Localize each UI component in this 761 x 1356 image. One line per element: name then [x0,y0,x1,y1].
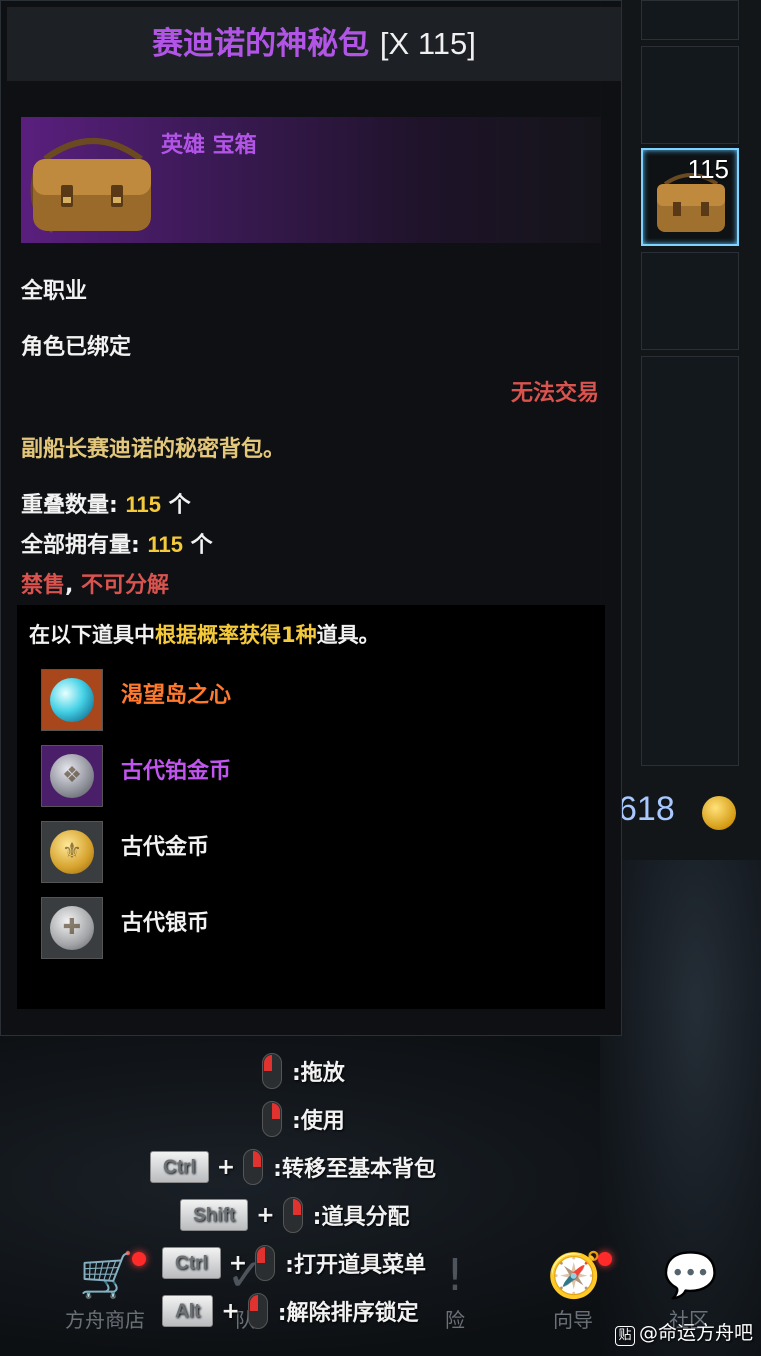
gold-coin-icon: ⚜ [41,821,103,883]
plus-sign: + [221,1298,240,1324]
key-hints: :拖放 :使用 Ctrl + :转移至基本背包 Shift + :道具分配 Ct… [20,1040,606,1350]
reward-item[interactable]: ✚ 古代银币 [39,897,599,961]
restriction-no-sale: 禁售 [21,573,66,598]
stack-label: 重叠数量: [21,493,118,518]
reward-name: 渴望岛之心 [121,683,232,708]
hint-drag: :拖放 [262,1050,345,1092]
mouse-left-click-icon [247,1293,268,1329]
reward-item[interactable]: ❖ 古代铂金币 [39,745,599,809]
mouse-left-click-icon [262,1053,282,1089]
restrictions: 禁售, 不可分解 [21,567,169,599]
mouse-right-click-icon [282,1197,303,1233]
plus-sign: + [216,1154,236,1180]
mouse-left-click-icon [255,1245,276,1281]
item-description: 副船长赛迪诺的秘密背包。 [21,437,286,462]
reward-list: 在以下道具中根据概率获得1种道具。 渴望岛之心 ❖ 古代铂金币 ⚜ 古代金币 ✚… [17,605,605,1009]
plus-sign: + [228,1250,248,1276]
ctrl-key: Ctrl [162,1247,221,1279]
owned-label: 全部拥有量: [21,533,140,558]
reward-item[interactable]: ⚜ 古代金币 [39,821,599,885]
chat-bubble-icon: 💬 [663,1250,718,1301]
plus-sign: + [256,1202,275,1228]
bag-icon [30,138,151,234]
reward-heading: 在以下道具中根据概率获得1种道具。 [29,619,380,649]
hint-label: :转移至基本背包 [273,1157,436,1182]
item-title: 赛迪诺的神秘包 [X 115] [152,26,476,62]
reward-name: 古代铂金币 [121,759,232,784]
inventory-slot[interactable] [641,0,739,40]
reward-item[interactable]: 渴望岛之心 [39,669,599,733]
hint-use: :使用 [262,1098,345,1140]
item-grade: 英雄 宝箱 [161,133,257,158]
reward-name: 古代银币 [121,911,210,936]
gem-icon [41,669,103,731]
ctrl-key: Ctrl [150,1151,209,1183]
hint-item-menu: Ctrl + :打开道具菜单 [162,1242,426,1284]
stack-count: 重叠数量: 115 个 [21,487,191,519]
shift-key: Shift [180,1199,249,1231]
inventory-slot[interactable] [641,46,739,144]
item-name: 赛迪诺的神秘包 [152,26,370,62]
class-restriction: 全职业 [21,279,88,304]
alt-key: Alt [162,1295,214,1327]
trade-status: 无法交易 [510,381,599,406]
hint-label: :拖放 [292,1061,345,1086]
slot-count: 115 [687,154,729,184]
watermark-text: @命运方舟吧 [638,1322,753,1344]
hint-label: :打开道具菜单 [285,1253,426,1278]
restriction-no-dismantle: 不可分解 [81,573,170,598]
mouse-right-click-icon [243,1149,264,1185]
owned-value: 115 [147,532,183,557]
silver-coin-icon: ✚ [41,897,103,959]
item-tooltip: 赛迪诺的神秘包 [X 115] 英雄 宝箱 全职业 角色已绑定 无法交易 副船长… [0,0,622,1036]
gold-coin-icon [702,796,736,830]
reward-heading-highlight: 根据概率获得1种 [155,623,317,647]
hint-label: :道具分配 [312,1205,410,1230]
inventory-slot-area [641,356,739,766]
mouse-right-click-icon [262,1101,282,1137]
inventory-slot-selected[interactable]: 115 [641,148,739,246]
reward-name: 古代金币 [121,835,210,860]
inventory-slot[interactable] [641,252,739,350]
hint-unlock-sort: Alt + :解除排序锁定 [162,1290,419,1332]
stack-unit: 个 [168,493,191,518]
reward-heading-suffix: 道具。 [316,623,380,647]
item-banner [21,117,601,243]
owned-count: 全部拥有量: 115 个 [21,527,213,559]
watermark: 贴 @命运方舟吧 [614,1318,753,1346]
hint-transfer: Ctrl + :转移至基本背包 [150,1146,436,1188]
binding-status: 角色已绑定 [21,335,132,360]
inventory-panel: 115 [600,0,761,860]
owned-unit: 个 [190,533,213,558]
restriction-separator: , [65,573,74,598]
gold-amount: 618 [618,790,675,828]
hint-label: :使用 [292,1109,345,1134]
tieba-icon: 贴 [614,1326,635,1346]
reward-heading-prefix: 在以下道具中 [29,623,155,647]
hint-distribute: Shift + :道具分配 [180,1194,409,1236]
platinum-coin-icon: ❖ [41,745,103,807]
tooltip-header: 赛迪诺的神秘包 [X 115] [7,7,621,81]
hint-label: :解除排序锁定 [277,1301,419,1326]
stack-value: 115 [125,492,161,517]
item-count: [X 115] [379,26,476,61]
